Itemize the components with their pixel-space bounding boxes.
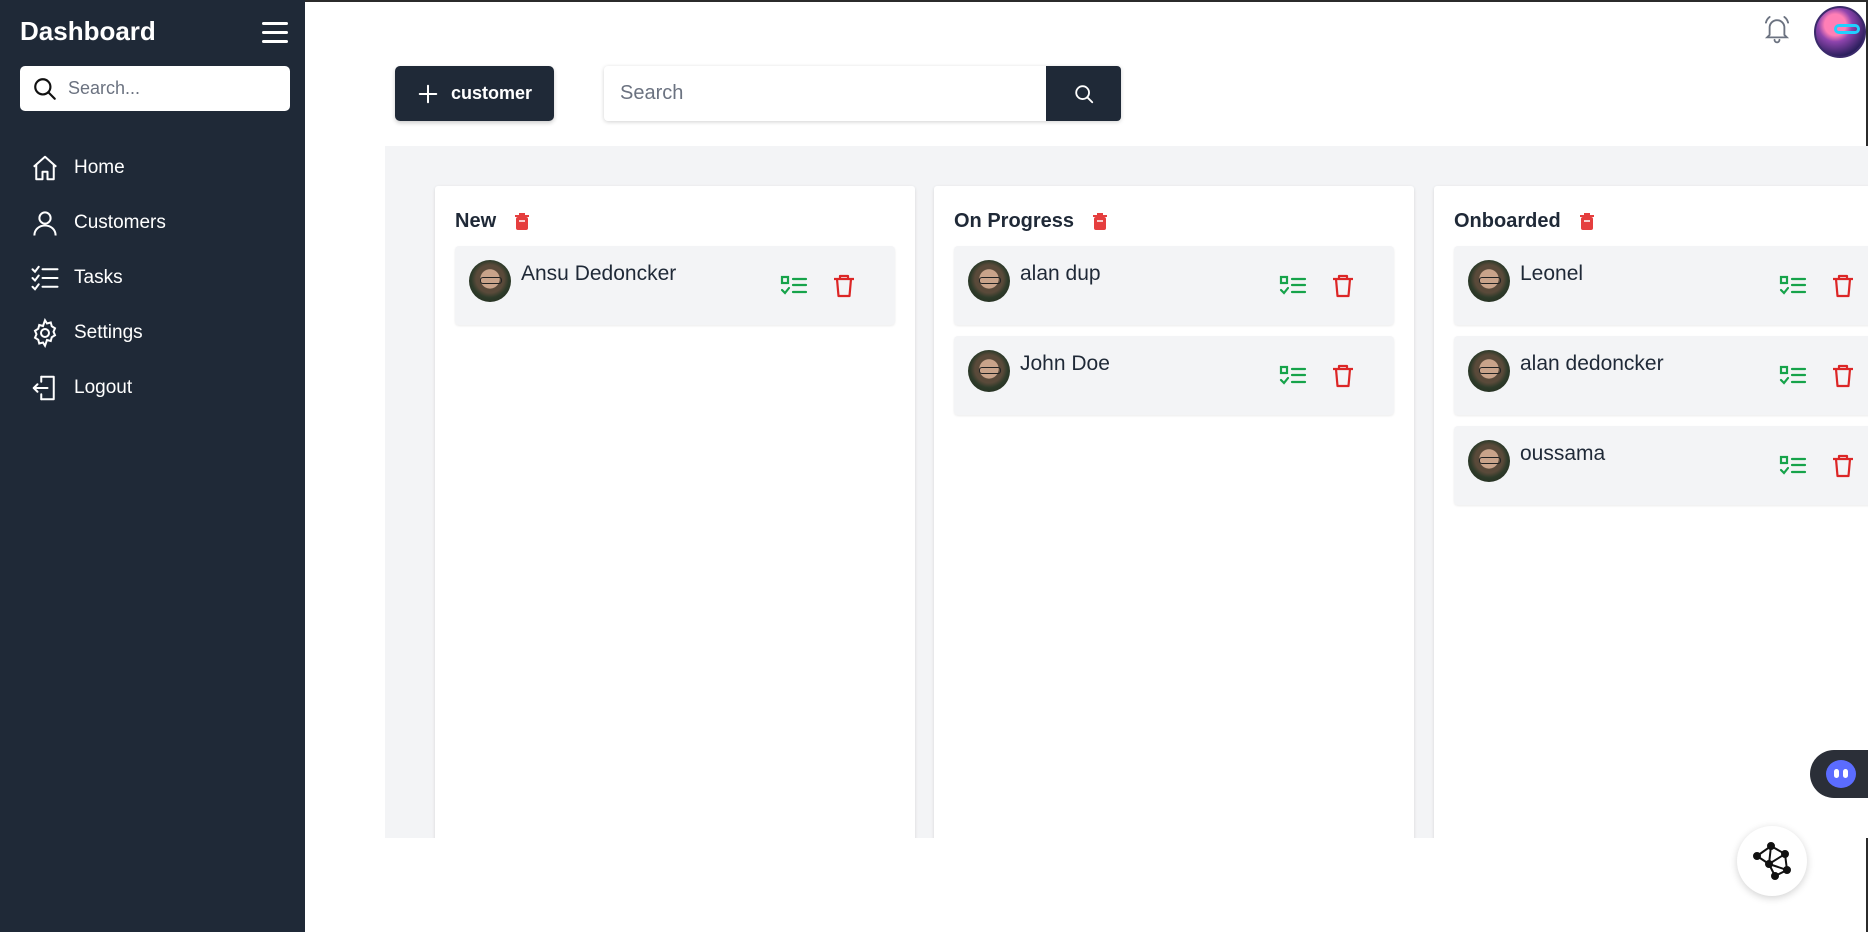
delete-icon[interactable] (1832, 454, 1854, 478)
customer-name: Leonel (1520, 262, 1584, 285)
user-avatar[interactable] (1814, 6, 1866, 58)
chat-widget-tab[interactable] (1810, 750, 1868, 798)
customer-search-input[interactable] (604, 66, 1046, 121)
delete-column-icon[interactable] (514, 212, 530, 231)
customer-name: alan dup (1020, 262, 1101, 285)
sidebar-nav: Home Customers Tasks Settings Logout (0, 140, 305, 415)
sidebar-item-label: Customers (74, 211, 166, 233)
user-icon (33, 210, 57, 236)
sidebar-item-label: Settings (74, 321, 143, 343)
column-header: New (455, 210, 530, 233)
tasks-icon[interactable] (1779, 454, 1807, 478)
sidebar-item-logout[interactable]: Logout (0, 360, 305, 415)
customer-avatar (1468, 260, 1510, 302)
network-graph-icon (1753, 842, 1791, 880)
delete-column-icon[interactable] (1092, 212, 1108, 231)
column-header: Onboarded (1454, 210, 1595, 233)
column-new: New Ansu Dedoncker (435, 186, 915, 838)
add-customer-button[interactable]: customer (395, 66, 554, 121)
customer-avatar (968, 350, 1010, 392)
customer-avatar (1468, 440, 1510, 482)
tasks-icon[interactable] (1279, 364, 1307, 388)
tasks-icon[interactable] (1279, 274, 1307, 298)
customer-card[interactable]: alan dup (954, 246, 1394, 325)
delete-icon[interactable] (1332, 364, 1354, 388)
customer-name: oussama (1520, 442, 1606, 465)
notification-bell-icon[interactable] (1762, 14, 1792, 46)
search-icon (1074, 84, 1093, 103)
column-title: New (455, 210, 497, 232)
tasks-icon[interactable] (780, 274, 808, 298)
customer-avatar (968, 260, 1010, 302)
delete-icon[interactable] (1332, 274, 1354, 298)
customer-card[interactable]: Ansu Dedoncker (455, 246, 895, 325)
home-icon (33, 155, 57, 180)
customer-name: Ansu Dedoncker (521, 262, 677, 285)
column-on-progress: On Progress alan dup John Doe (934, 186, 1414, 838)
column-title: Onboarded (1454, 210, 1561, 232)
add-customer-label: customer (450, 83, 533, 103)
sidebar-item-customers[interactable]: Customers (0, 195, 305, 250)
sidebar-item-label: Home (74, 156, 125, 178)
checklist-icon (31, 265, 59, 291)
column-onboarded: Onboarded Leonel alan dedoncker oussama (1434, 186, 1868, 838)
customer-avatar (469, 260, 511, 302)
tasks-icon[interactable] (1779, 364, 1807, 388)
column-title: On Progress (954, 210, 1075, 232)
delete-icon[interactable] (1832, 364, 1854, 388)
sidebar-item-label: Logout (74, 376, 133, 398)
delete-icon[interactable] (1832, 274, 1854, 298)
delete-column-icon[interactable] (1579, 212, 1595, 231)
delete-icon[interactable] (833, 274, 855, 298)
customer-name: alan dedoncker (1520, 352, 1664, 375)
column-header: On Progress (954, 210, 1108, 233)
sidebar-item-label: Tasks (74, 266, 123, 288)
kanban-board: New Ansu Dedoncker On Progress alan dup … (385, 146, 1868, 838)
customer-search (604, 66, 1121, 121)
plus-icon (418, 84, 438, 103)
gear-icon (33, 317, 57, 348)
sidebar-search (20, 66, 290, 111)
customer-card[interactable]: John Doe (954, 336, 1394, 415)
sidebar-item-home[interactable]: Home (0, 140, 305, 195)
customer-name: John Doe (1020, 352, 1110, 375)
sidebar-item-tasks[interactable]: Tasks (0, 250, 305, 305)
sidebar-item-settings[interactable]: Settings (0, 305, 305, 360)
ai-assistant-button[interactable] (1737, 826, 1807, 896)
customer-avatar (1468, 350, 1510, 392)
customer-card[interactable]: alan dedoncker (1454, 336, 1868, 415)
customer-card[interactable]: oussama (1454, 426, 1868, 505)
sidebar: Dashboard Home Customers Tasks Settings … (0, 0, 305, 932)
chat-bot-icon (1826, 760, 1856, 788)
search-icon (34, 78, 56, 100)
sidebar-search-input[interactable] (68, 66, 278, 111)
sidebar-brand: Dashboard (20, 16, 156, 46)
customer-card[interactable]: Leonel (1454, 246, 1868, 325)
search-submit-button[interactable] (1046, 66, 1121, 121)
logout-icon (32, 375, 55, 400)
tasks-icon[interactable] (1779, 274, 1807, 298)
hamburger-menu-icon[interactable] (262, 22, 288, 44)
